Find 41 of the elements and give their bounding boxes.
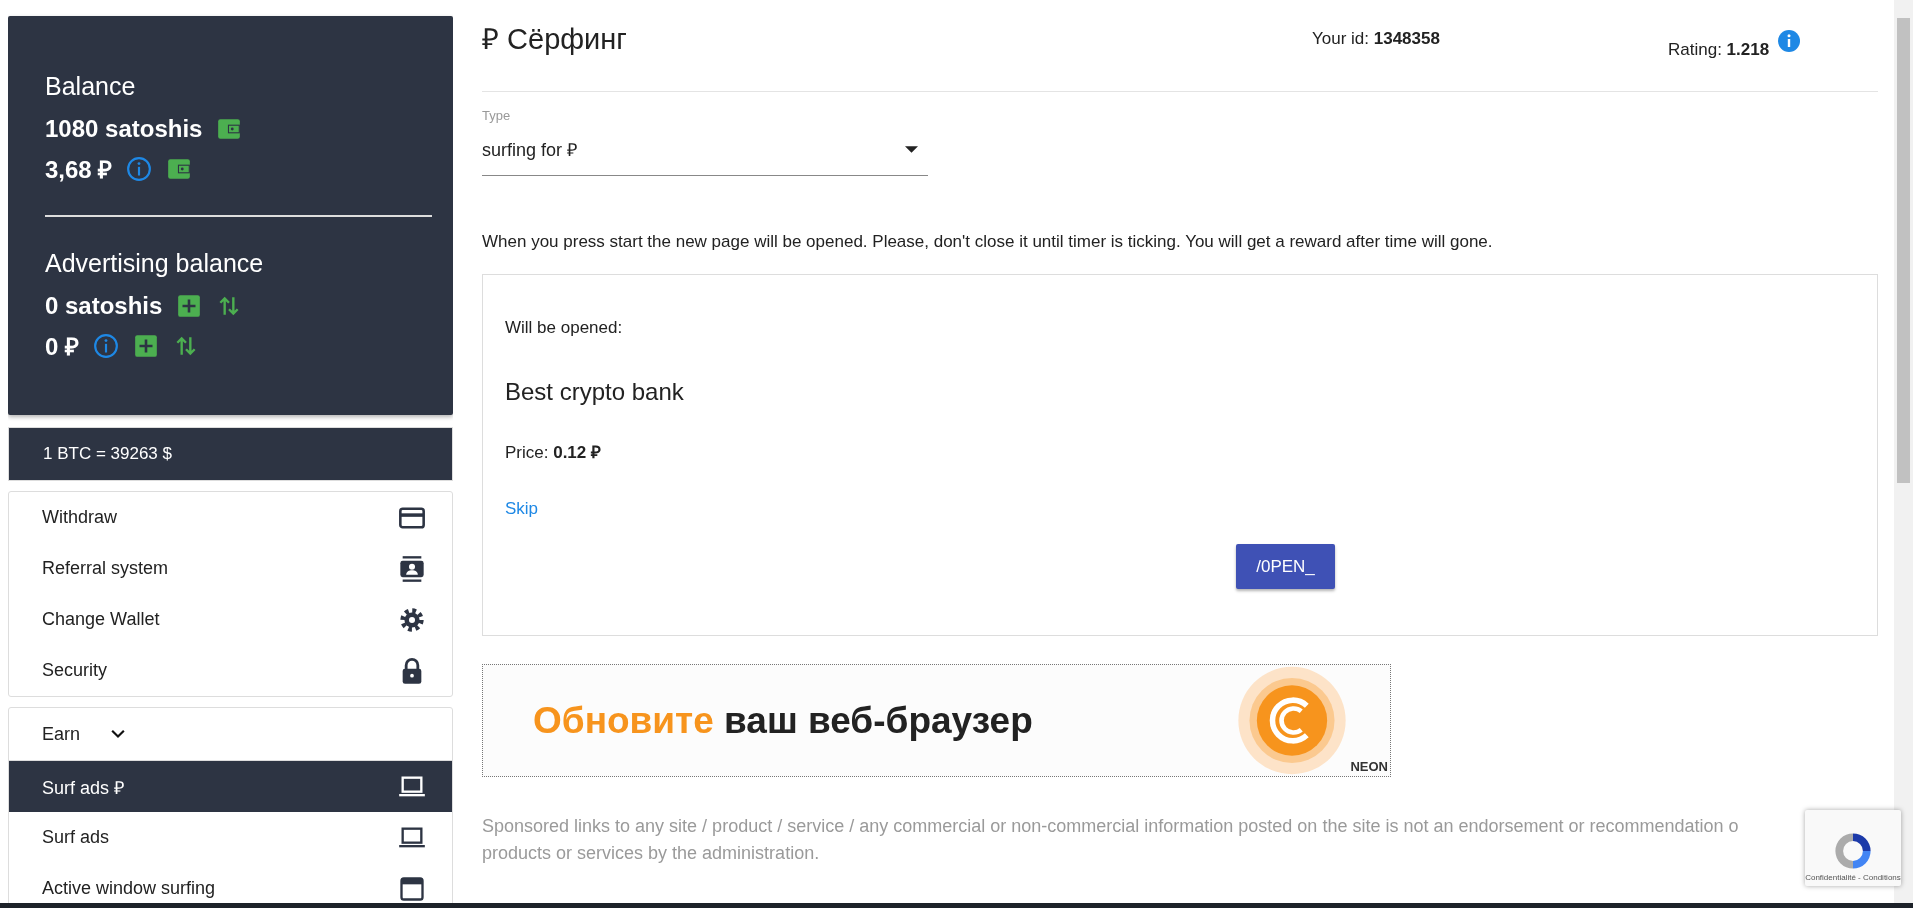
menu-item[interactable]: Security: [9, 645, 452, 696]
page-title: ₽ Сёрфинг: [482, 22, 628, 57]
browser-window-icon: [398, 874, 426, 903]
balance-amount: 1080 satoshis: [45, 114, 203, 143]
settings-icon: [398, 605, 426, 634]
plus-icon[interactable]: [133, 332, 159, 359]
menu-item[interactable]: Withdraw: [9, 492, 452, 543]
recaptcha-links[interactable]: Confidentialité - Conditions: [1805, 873, 1901, 882]
task-caption: Will be opened:: [505, 318, 623, 338]
menu-item[interactable]: Change Wallet: [9, 594, 452, 645]
info-icon[interactable]: [126, 155, 153, 182]
caret-icon: [905, 145, 918, 153]
field-label: Type: [482, 108, 512, 123]
price-text: Price: 0.12 ₽: [505, 442, 601, 463]
user-id: Your id: 1348358: [1312, 28, 1441, 50]
balance-title: Balance: [45, 71, 137, 101]
instructions-text: When you press start the new page will be opened. Please, don't close it until timer is ticking. You will get a reward after time will gone.: [482, 232, 1494, 252]
skip-link[interactable]: Skip: [505, 499, 539, 519]
balance-title: Advertising balance: [45, 248, 265, 278]
balance-amount: 0 satoshis: [45, 291, 163, 320]
brand-label: NEON: [1350, 759, 1388, 774]
exchange-rate: 1 BTC = 39263 $: [8, 427, 453, 481]
disclaimer-text: products or services by the administration.: [482, 842, 820, 865]
type-dropdown[interactable]: surfing for ₽: [482, 123, 928, 176]
balance-amount: 0 ₽: [45, 332, 79, 362]
rating: Rating: 1.218: [1668, 39, 1770, 60]
task-title: Best crypto bank: [505, 378, 684, 406]
scrollbar-thumb[interactable]: [1897, 18, 1910, 483]
disclaimer-text: Sponsored links to any site / product / service / any commercial or non-commercial information posted on the site is not an endorsement or recommendation o: [482, 815, 1739, 838]
contact-card-icon: [398, 554, 426, 583]
info-icon[interactable]: [1777, 29, 1802, 53]
info-icon[interactable]: [93, 332, 119, 359]
menu-item[interactable]: Referral system: [9, 543, 452, 594]
banner-headline: Обновите ваш веб-браузер: [533, 699, 1033, 742]
menu-item[interactable]: Active window surfing: [9, 863, 452, 903]
menu-item[interactable]: Surf ads ₽: [9, 761, 452, 812]
menu-item[interactable]: Surf ads: [9, 812, 452, 863]
balance-amount: 3,68 ₽: [45, 155, 113, 185]
open-button[interactable]: /0PEN_: [1236, 544, 1335, 589]
plus-icon[interactable]: [176, 292, 203, 319]
ad-banner[interactable]: Обновите ваш веб-браузер NEON: [482, 664, 1391, 777]
